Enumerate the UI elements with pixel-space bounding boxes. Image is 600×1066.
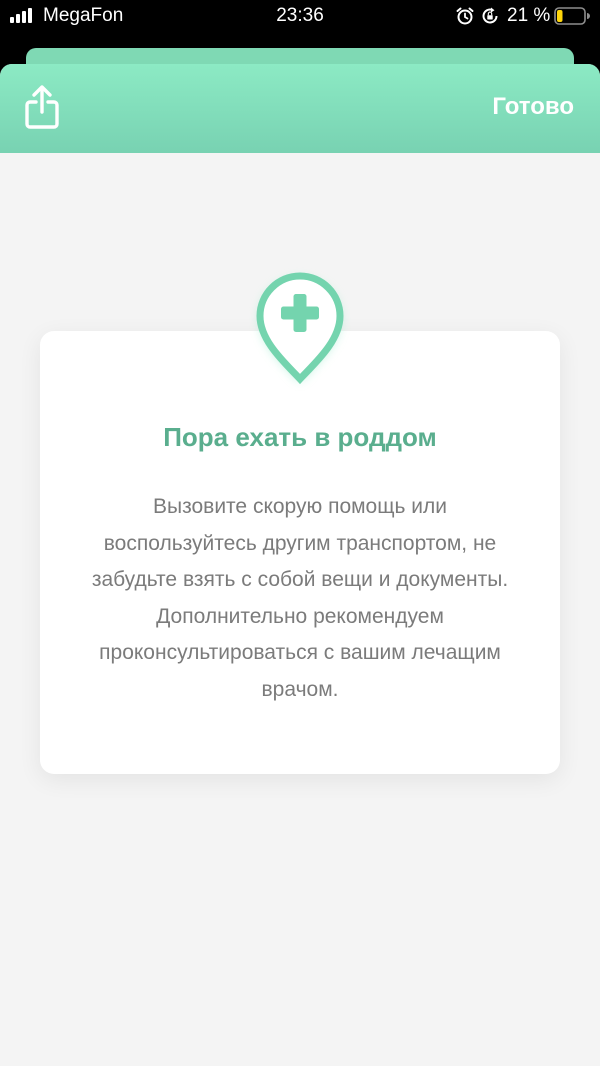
share-button[interactable] [20,84,64,132]
rotation-lock-icon [482,7,498,24]
sheet-header: Готово [0,64,600,153]
battery-icon [554,7,590,25]
card-description: Вызовите скорую помощь или воспользуйтес… [91,495,509,701]
alarm-icon [456,7,474,25]
card-title: Пора ехать в роддом [163,422,437,452]
share-icon [25,85,59,129]
modal-sheet: Готово Пора ехать в роддом Вызовите скор… [0,64,600,1066]
status-bar: MegaFon 23:36 21 % [0,0,600,32]
medical-location-pin-icon [256,272,344,385]
done-button[interactable]: Готово [492,92,574,122]
battery-percentage: 21 % [507,5,551,26]
